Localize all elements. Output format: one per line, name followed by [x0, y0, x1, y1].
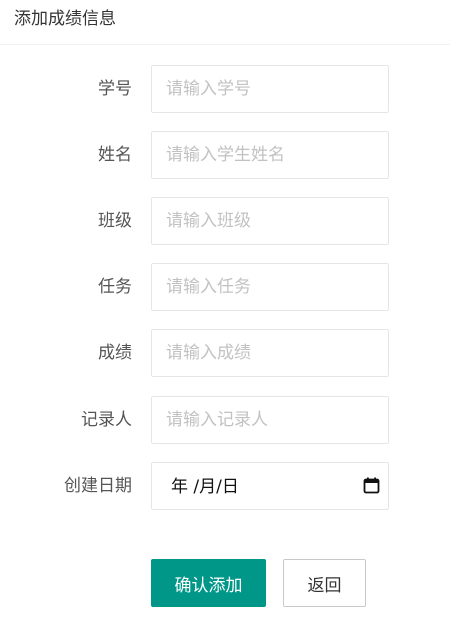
created-date-value: 年 /月/日	[171, 477, 239, 497]
score-label: 成绩	[98, 343, 132, 363]
class-label: 班级	[98, 211, 132, 231]
page-header: 添加成绩信息	[0, 0, 450, 45]
recorder-input[interactable]	[151, 396, 389, 444]
created-date-input[interactable]: 年 /月/日	[151, 462, 389, 510]
score-input[interactable]	[151, 329, 389, 377]
form-row-task: 任务	[0, 263, 450, 311]
page-title: 添加成绩信息	[14, 9, 116, 29]
form-row-student-name: 姓名	[0, 131, 450, 179]
add-score-page: 添加成绩信息 学号 姓名 班级 任务 成绩 记录人 创建日期 年 /月/日	[0, 0, 450, 644]
calendar-icon[interactable]	[363, 477, 380, 494]
class-input[interactable]	[151, 197, 389, 245]
student-name-label: 姓名	[98, 145, 132, 165]
back-button[interactable]: 返回	[283, 559, 366, 607]
form-row-student-id: 学号	[0, 65, 450, 113]
form-row-created-date: 创建日期 年 /月/日	[0, 462, 450, 510]
student-id-input[interactable]	[151, 65, 389, 113]
student-id-label: 学号	[98, 79, 132, 99]
form-row-recorder: 记录人	[0, 396, 450, 444]
form-row-class: 班级	[0, 197, 450, 245]
task-label: 任务	[98, 277, 132, 297]
created-date-label: 创建日期	[64, 476, 132, 496]
form-row-score: 成绩	[0, 329, 450, 377]
task-input[interactable]	[151, 263, 389, 311]
student-name-input[interactable]	[151, 131, 389, 179]
confirm-add-button[interactable]: 确认添加	[151, 559, 266, 607]
recorder-label: 记录人	[81, 410, 132, 430]
